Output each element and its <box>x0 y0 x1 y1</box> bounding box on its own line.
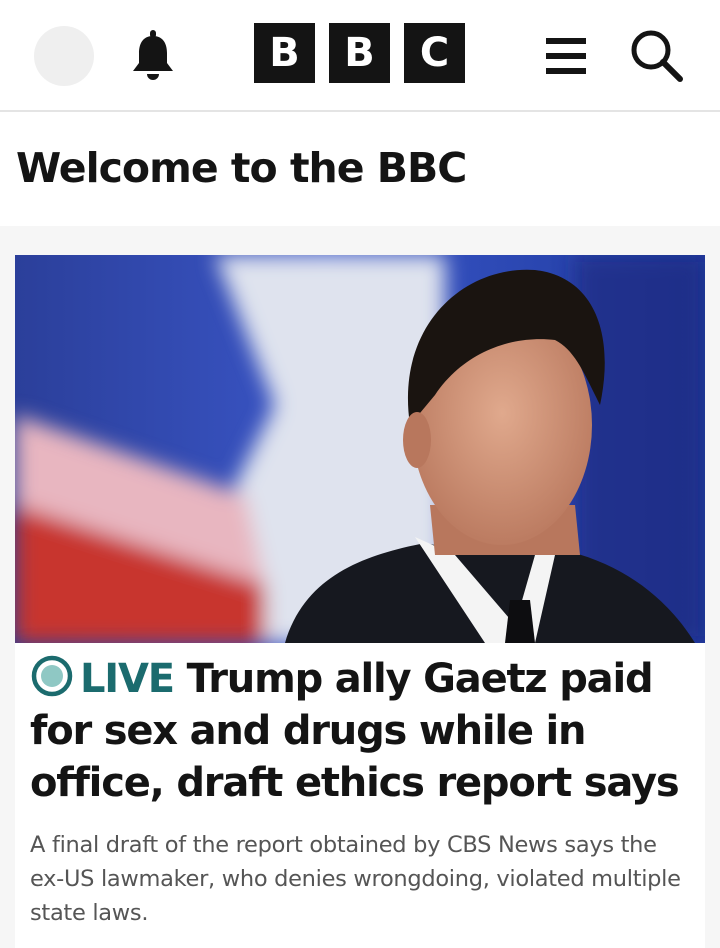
logo-letter: B <box>254 23 315 83</box>
story-summary: A final draft of the report obtained by … <box>30 832 681 926</box>
logo-letter: B <box>329 23 390 83</box>
story-headline[interactable]: LIVE Trump ally Gaetz paid for sex and d… <box>30 653 690 809</box>
top-story-card[interactable]: LIVE Trump ally Gaetz paid for sex and d… <box>15 255 705 948</box>
story-image[interactable] <box>15 255 705 643</box>
menu-icon[interactable] <box>546 38 586 74</box>
top-navigation-bar: B B C <box>0 0 720 112</box>
live-indicator-icon <box>31 655 73 697</box>
page-title: Welcome to the BBC <box>16 144 467 192</box>
bell-icon[interactable] <box>128 28 178 82</box>
live-label: LIVE <box>80 656 175 702</box>
account-avatar[interactable] <box>34 26 94 86</box>
search-icon[interactable] <box>628 28 684 82</box>
logo-letter: C <box>404 23 465 83</box>
